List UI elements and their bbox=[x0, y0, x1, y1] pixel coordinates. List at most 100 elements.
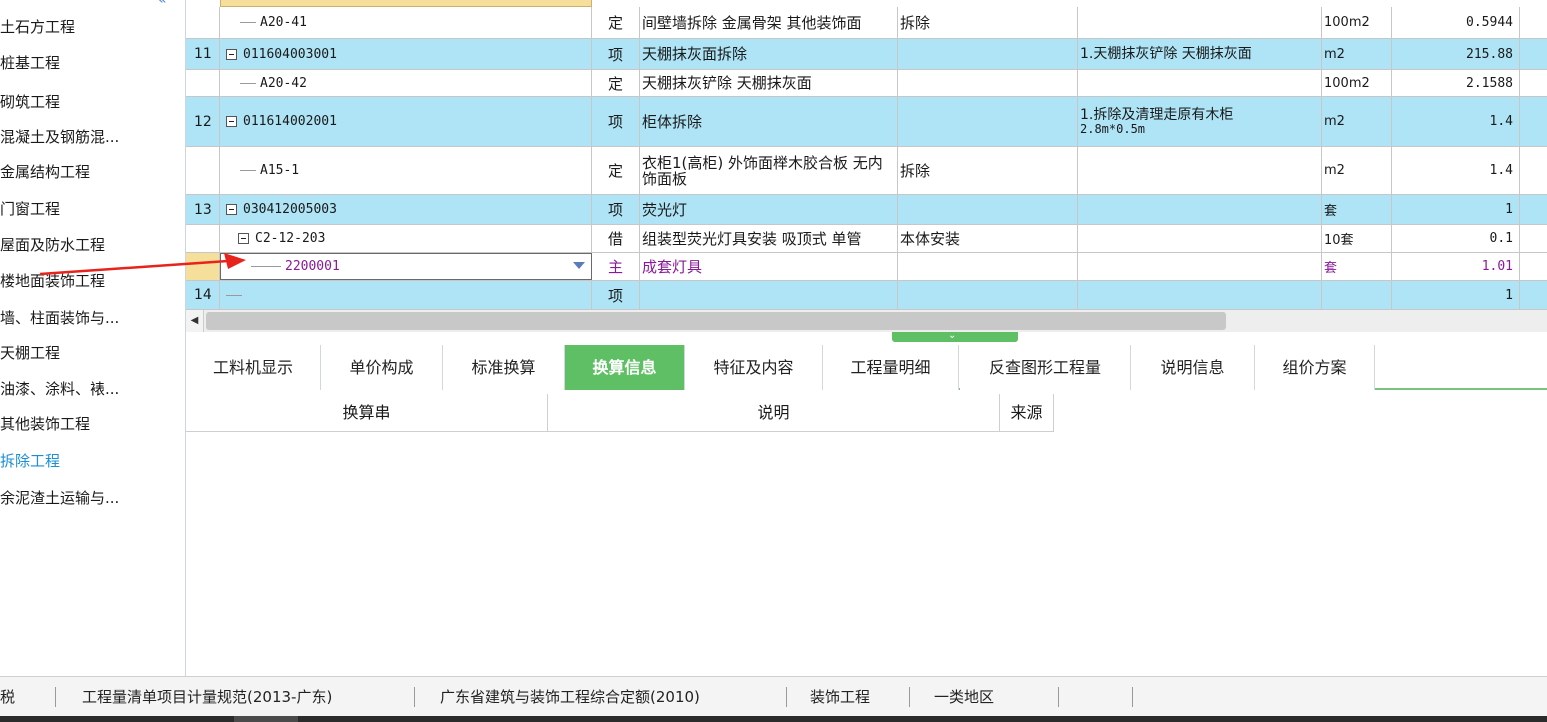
unit-cell[interactable]: 套 bbox=[1322, 253, 1392, 280]
unit-cell[interactable]: m2 bbox=[1322, 39, 1392, 69]
feature-cell[interactable]: 1.拆除及清理走原有木柜 2.8m*0.5m bbox=[1078, 97, 1322, 146]
type-cell[interactable]: 定 bbox=[592, 7, 640, 38]
tab-4[interactable]: 特征及内容 bbox=[685, 345, 823, 390]
sidebar-item[interactable]: 金属结构工程 bbox=[0, 159, 90, 185]
code-cell[interactable]: 011604003001 bbox=[220, 39, 592, 69]
tab-6[interactable]: 反查图形工程量 bbox=[960, 345, 1131, 390]
extra-cell[interactable] bbox=[1520, 225, 1547, 252]
name-cell[interactable]: 柜体拆除 bbox=[640, 97, 898, 146]
unit-cell[interactable]: m2 bbox=[1322, 97, 1392, 146]
table-row[interactable]: A15-1 定衣柜1(高柜) 外饰面榉木胶合板 无内饰面板 拆除 m2 1.4 bbox=[186, 147, 1547, 195]
code-cell[interactable]: C2-12-203 bbox=[220, 225, 592, 252]
tab-8[interactable]: 组价方案 bbox=[1255, 345, 1375, 390]
code-cell[interactable]: 2200001 bbox=[220, 253, 592, 280]
status-item[interactable]: 广东省建筑与装饰工程综合定额(2010) bbox=[440, 677, 700, 717]
code-cell[interactable]: 011614002001 bbox=[220, 97, 592, 146]
extra-cell[interactable] bbox=[1520, 70, 1547, 96]
status-item[interactable]: 装饰工程 bbox=[810, 677, 870, 717]
column-header-conversion-string[interactable]: 换算串 bbox=[186, 394, 548, 432]
unit-cell[interactable] bbox=[1322, 281, 1392, 309]
row-number-cell[interactable] bbox=[186, 70, 220, 96]
panel-splitter-handle[interactable]: ⌄ bbox=[892, 330, 1018, 342]
sidebar-item[interactable]: 余泥渣土运输与... bbox=[0, 485, 119, 511]
content-cell[interactable] bbox=[898, 281, 1078, 309]
table-row[interactable]: 14 项 1 bbox=[186, 281, 1547, 310]
name-cell[interactable]: 天棚抹灰面拆除 bbox=[640, 39, 898, 69]
extra-cell[interactable] bbox=[1520, 281, 1547, 309]
sidebar-item[interactable]: 混凝土及钢筋混... bbox=[0, 124, 119, 150]
row-number-cell[interactable]: 14 bbox=[186, 281, 220, 309]
table-row[interactable]: 13 030412005003 项荧光灯 套 1 bbox=[186, 195, 1547, 225]
sidebar-item[interactable]: 其他装饰工程 bbox=[0, 411, 90, 437]
sidebar-item[interactable]: 土石方工程 bbox=[0, 14, 75, 40]
tab-5[interactable]: 工程量明细 bbox=[823, 345, 959, 390]
status-item[interactable]: 税 bbox=[0, 677, 15, 717]
name-cell[interactable]: 衣柜1(高柜) 外饰面榉木胶合板 无内饰面板 bbox=[640, 147, 898, 194]
row-number-cell[interactable]: 13 bbox=[186, 195, 220, 224]
unit-cell[interactable]: 100m2 bbox=[1322, 70, 1392, 96]
quantity-cell[interactable]: 0.1 bbox=[1392, 225, 1520, 252]
sidebar-item[interactable]: 砌筑工程 bbox=[0, 89, 60, 115]
extra-cell[interactable] bbox=[1520, 147, 1547, 194]
name-cell[interactable]: 荧光灯 bbox=[640, 195, 898, 224]
content-cell[interactable] bbox=[898, 97, 1078, 146]
column-header-description[interactable]: 说明 bbox=[548, 394, 1000, 432]
dropdown-arrow-icon[interactable] bbox=[573, 262, 585, 269]
name-cell[interactable]: 天棚抹灰铲除 天棚抹灰面 bbox=[640, 70, 898, 96]
status-item[interactable]: 工程量清单项目计量规范(2013-广东) bbox=[82, 677, 332, 717]
name-cell[interactable] bbox=[640, 281, 898, 309]
sidebar-item[interactable]: 天棚工程 bbox=[0, 340, 60, 366]
row-number-cell[interactable]: 11 bbox=[186, 39, 220, 69]
sidebar-item[interactable]: 门窗工程 bbox=[0, 196, 60, 222]
content-cell[interactable]: 本体安装 bbox=[898, 225, 1078, 252]
name-cell[interactable]: 组装型荧光灯具安装 吸顶式 单管 bbox=[640, 225, 898, 252]
name-cell[interactable]: 成套灯具 bbox=[640, 253, 898, 280]
extra-cell[interactable] bbox=[1520, 253, 1547, 280]
quantity-cell[interactable]: 1.01 bbox=[1392, 253, 1520, 280]
type-cell[interactable]: 主 bbox=[592, 253, 640, 280]
feature-cell[interactable] bbox=[1078, 225, 1322, 252]
scroll-left-icon[interactable]: ◀ bbox=[186, 310, 204, 332]
tab-7[interactable]: 说明信息 bbox=[1131, 345, 1255, 390]
sidebar-item[interactable]: 油漆、涂料、裱... bbox=[0, 376, 119, 402]
sidebar-item[interactable]: 楼地面装饰工程 bbox=[0, 268, 105, 294]
type-cell[interactable]: 借 bbox=[592, 225, 640, 252]
tab-0[interactable]: 工料机显示 bbox=[186, 345, 321, 390]
sidebar-item[interactable]: 屋面及防水工程 bbox=[0, 232, 105, 258]
content-cell[interactable] bbox=[898, 253, 1078, 280]
quantity-cell[interactable]: 1.4 bbox=[1392, 147, 1520, 194]
tab-2[interactable]: 标准换算 bbox=[443, 345, 565, 390]
code-cell[interactable]: A20-42 bbox=[220, 70, 592, 96]
code-cell[interactable]: A15-1 bbox=[220, 147, 592, 194]
content-cell[interactable] bbox=[898, 70, 1078, 96]
feature-cell[interactable]: 1.天棚抹灰铲除 天棚抹灰面 bbox=[1078, 39, 1322, 69]
table-row[interactable]: 12 011614002001 项柜体拆除 1.拆除及清理走原有木柜 2.8m*0.5m… bbox=[186, 97, 1547, 147]
content-cell[interactable]: 拆除 bbox=[898, 147, 1078, 194]
quantity-cell[interactable]: 215.88 bbox=[1392, 39, 1520, 69]
scroll-thumb[interactable] bbox=[206, 312, 1226, 330]
unit-cell[interactable]: 套 bbox=[1322, 195, 1392, 224]
extra-cell[interactable] bbox=[1520, 97, 1547, 146]
type-cell[interactable]: 项 bbox=[592, 97, 640, 146]
quantity-cell[interactable]: 1.4 bbox=[1392, 97, 1520, 146]
table-row[interactable]: A20-42 定天棚抹灰铲除 天棚抹灰面 100m2 2.1588 bbox=[186, 70, 1547, 97]
unit-cell[interactable]: 100m2 bbox=[1322, 7, 1392, 38]
quantity-cell[interactable]: 0.5944 bbox=[1392, 7, 1520, 38]
type-cell[interactable]: 项 bbox=[592, 281, 640, 309]
row-number-cell[interactable] bbox=[186, 253, 220, 280]
extra-cell[interactable] bbox=[1520, 39, 1547, 69]
feature-cell[interactable] bbox=[1078, 253, 1322, 280]
quantity-cell[interactable]: 1 bbox=[1392, 195, 1520, 224]
code-cell[interactable] bbox=[220, 281, 592, 309]
code-cell[interactable]: 030412005003 bbox=[220, 195, 592, 224]
code-cell[interactable]: A20-41 bbox=[220, 7, 592, 38]
sidebar-item[interactable]: 拆除工程 bbox=[0, 448, 60, 474]
collapse-node-icon[interactable] bbox=[226, 204, 237, 215]
feature-cell[interactable] bbox=[1078, 70, 1322, 96]
table-row[interactable]: 11 011604003001 项天棚抹灰面拆除 1.天棚抹灰铲除 天棚抹灰面 m2 21… bbox=[186, 39, 1547, 70]
tab-1[interactable]: 单价构成 bbox=[321, 345, 443, 390]
table-row[interactable]: C2-12-203 借组装型荧光灯具安装 吸顶式 单管 本体安装 10套 0.1 bbox=[186, 225, 1547, 253]
table-row[interactable]: 2200001 主成套灯具 套 1.01 bbox=[186, 253, 1547, 281]
content-cell[interactable] bbox=[898, 39, 1078, 69]
tab-3[interactable]: 换算信息 bbox=[565, 345, 685, 390]
